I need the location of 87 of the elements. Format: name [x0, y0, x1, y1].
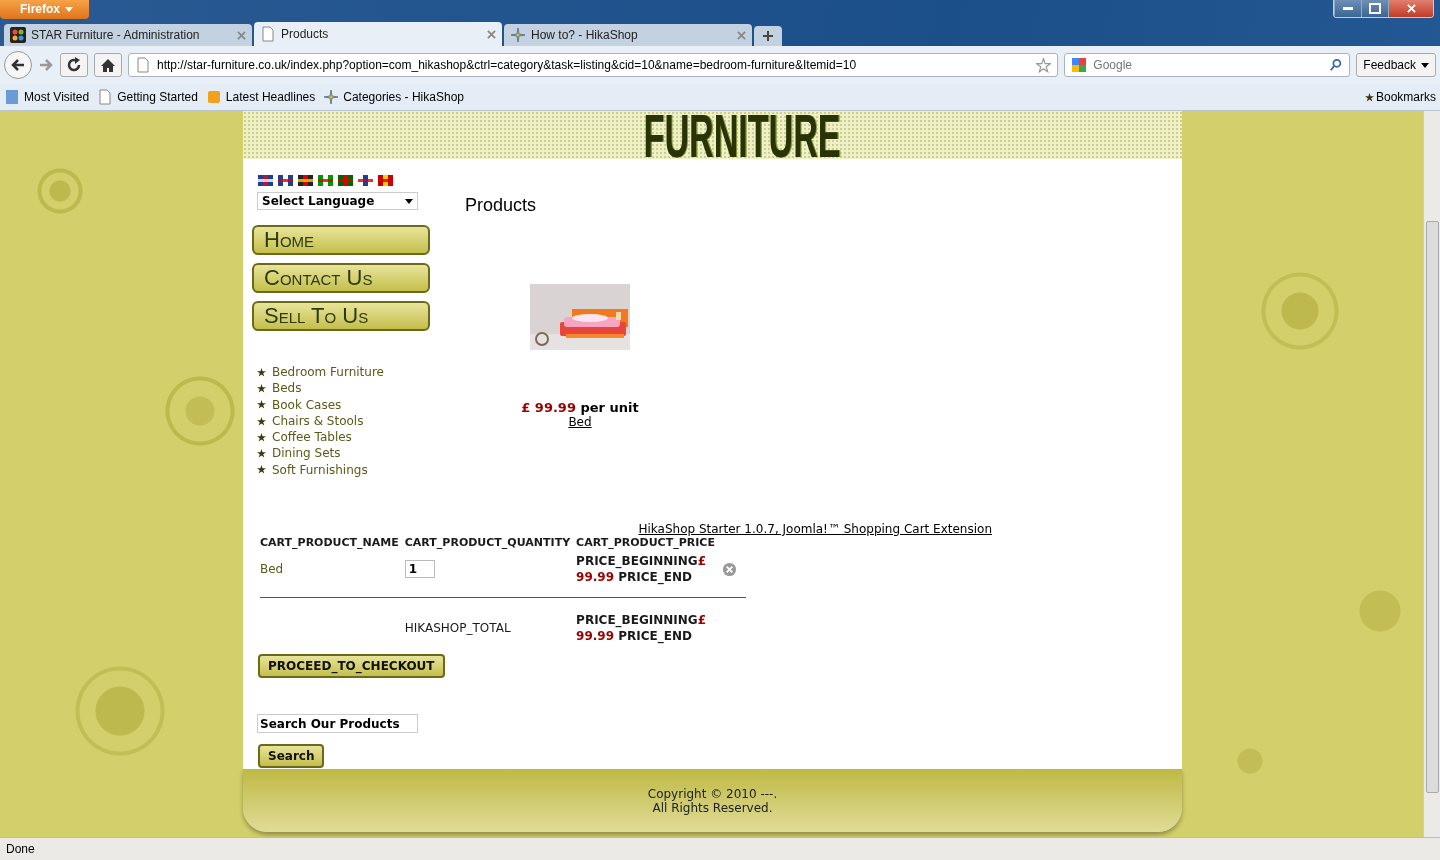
remove-icon[interactable]	[722, 561, 738, 577]
feedback-button[interactable]: Feedback	[1356, 53, 1436, 77]
star-burst-icon	[323, 89, 340, 105]
category-link[interactable]: Chairs & Stools	[272, 412, 364, 430]
reload-icon	[66, 57, 82, 73]
page-heading: Products	[465, 195, 538, 216]
caret-icon	[1421, 62, 1429, 68]
feed-icon	[205, 89, 222, 105]
tab-title: STAR Furniture - Administration	[31, 28, 201, 42]
bookmark-star-icon[interactable]	[1036, 57, 1052, 73]
browser-tab[interactable]: STAR Furniture - Administration	[4, 24, 252, 46]
scrollbar[interactable]	[1423, 111, 1440, 837]
caret-icon	[65, 6, 73, 12]
checkout-button[interactable]: PROCEED_TO_CHECKOUT	[258, 654, 445, 679]
price-cell-text: PRICE_BEGINNING£ 99.99 PRICE_END	[576, 553, 708, 586]
column-header: CART_PRODUCT_PRICE	[576, 536, 716, 550]
page-icon	[260, 26, 276, 42]
star-icon	[257, 383, 266, 393]
category-link[interactable]: Soft Furnishings	[272, 461, 368, 479]
minimize-button[interactable]	[1334, 0, 1361, 17]
back-arrow-icon	[10, 57, 26, 73]
bookmark-link[interactable]: Categories - HikaShop	[323, 89, 464, 105]
flag-icon[interactable]	[358, 175, 373, 186]
price-cell-text: PRICE_BEGINNING£ 99.99 PRICE_END	[576, 612, 708, 645]
close-button[interactable]	[1388, 0, 1433, 17]
page-icon	[97, 89, 114, 105]
footer-text: All Rights Reserved.	[652, 800, 773, 815]
star-icon	[257, 416, 266, 426]
bookmark-link[interactable]: Most Visited	[4, 89, 90, 105]
category-link[interactable]: Dining Sets	[272, 445, 341, 462]
flag-icon[interactable]	[278, 175, 293, 186]
close-tab-icon[interactable]	[487, 29, 496, 39]
bookmarks-menu-button[interactable]: Bookmarks	[1364, 90, 1436, 104]
caret-icon	[405, 198, 413, 204]
credit-link[interactable]: HikaShop Starter 1.0.7, Joomla!™ Shopping Cart Extension	[638, 522, 992, 537]
new-tab-button[interactable]	[754, 26, 782, 46]
nav-button[interactable]: Sell To Us	[252, 301, 430, 331]
google-icon[interactable]	[1071, 57, 1088, 73]
site-logo: FURNITURE	[644, 112, 841, 159]
category-link[interactable]: Bedroom Furniture	[272, 364, 384, 381]
footer-text: Copyright © 2010 ---.	[647, 786, 778, 801]
home-icon	[101, 58, 115, 72]
star-icon	[257, 367, 266, 377]
total-label: HIKASHOP_TOTAL	[404, 621, 512, 636]
bookmark-link[interactable]: Latest Headlines	[205, 89, 316, 105]
nav-button[interactable]: Home	[252, 225, 430, 255]
category-link[interactable]: Book Cases	[272, 396, 342, 413]
flag-icon[interactable]	[318, 175, 333, 186]
star-icon	[257, 400, 266, 410]
star-icon	[1364, 92, 1374, 102]
column-header: CART_PRODUCT_QUANTITY	[404, 536, 571, 550]
forward-arrow-icon	[38, 57, 54, 73]
browser-tab[interactable]: Products	[254, 22, 502, 46]
back-button[interactable]	[4, 51, 32, 79]
joomla-icon	[10, 27, 26, 43]
tab-title: How to? - HikaShop	[531, 28, 639, 42]
plus-icon	[763, 31, 773, 41]
search-bar[interactable]: Google	[1064, 53, 1351, 77]
browser-tab[interactable]: How to? - HikaShop	[504, 24, 752, 46]
star-icon	[257, 449, 266, 459]
star-icon	[257, 465, 266, 475]
flag-icon[interactable]	[258, 175, 273, 186]
search-button[interactable]: Search	[258, 744, 325, 769]
star-burst-icon	[510, 27, 526, 43]
language-select[interactable]: Select Language	[257, 192, 418, 210]
product-link[interactable]: Bed	[568, 415, 592, 429]
page-icon	[135, 57, 151, 73]
search-field[interactable]: Search Our Products	[257, 714, 418, 734]
flag-icon[interactable]	[298, 175, 313, 186]
product-price: £ 99.99 per unit	[521, 400, 639, 415]
star-icon	[257, 432, 266, 442]
bookmark-link[interactable]: Getting Started	[97, 89, 198, 105]
column-header: CART_PRODUCT_NAME	[260, 536, 399, 550]
category-link[interactable]: Beds	[272, 380, 302, 397]
reload-button[interactable]	[60, 53, 88, 77]
quantity-field[interactable]: 1	[404, 560, 435, 579]
tab-title: Products	[281, 27, 330, 41]
nav-button[interactable]: Contact Us	[252, 263, 430, 293]
close-icon	[1406, 4, 1416, 13]
table-cell-text: Bed	[260, 562, 285, 577]
status-text: Done	[6, 842, 35, 856]
restore-button[interactable]	[1361, 0, 1388, 17]
page-icon	[4, 89, 20, 105]
home-button[interactable]	[94, 53, 122, 77]
category-link[interactable]: Coffee Tables	[272, 429, 352, 446]
search-icon[interactable]	[1329, 58, 1344, 72]
address-bar[interactable]: http://star-furniture.co.uk/index.php?option=com_hikashop&ctrl=category&task=listing&cid=10&name=bedroom-furniture&Itemid=10	[128, 53, 1059, 77]
